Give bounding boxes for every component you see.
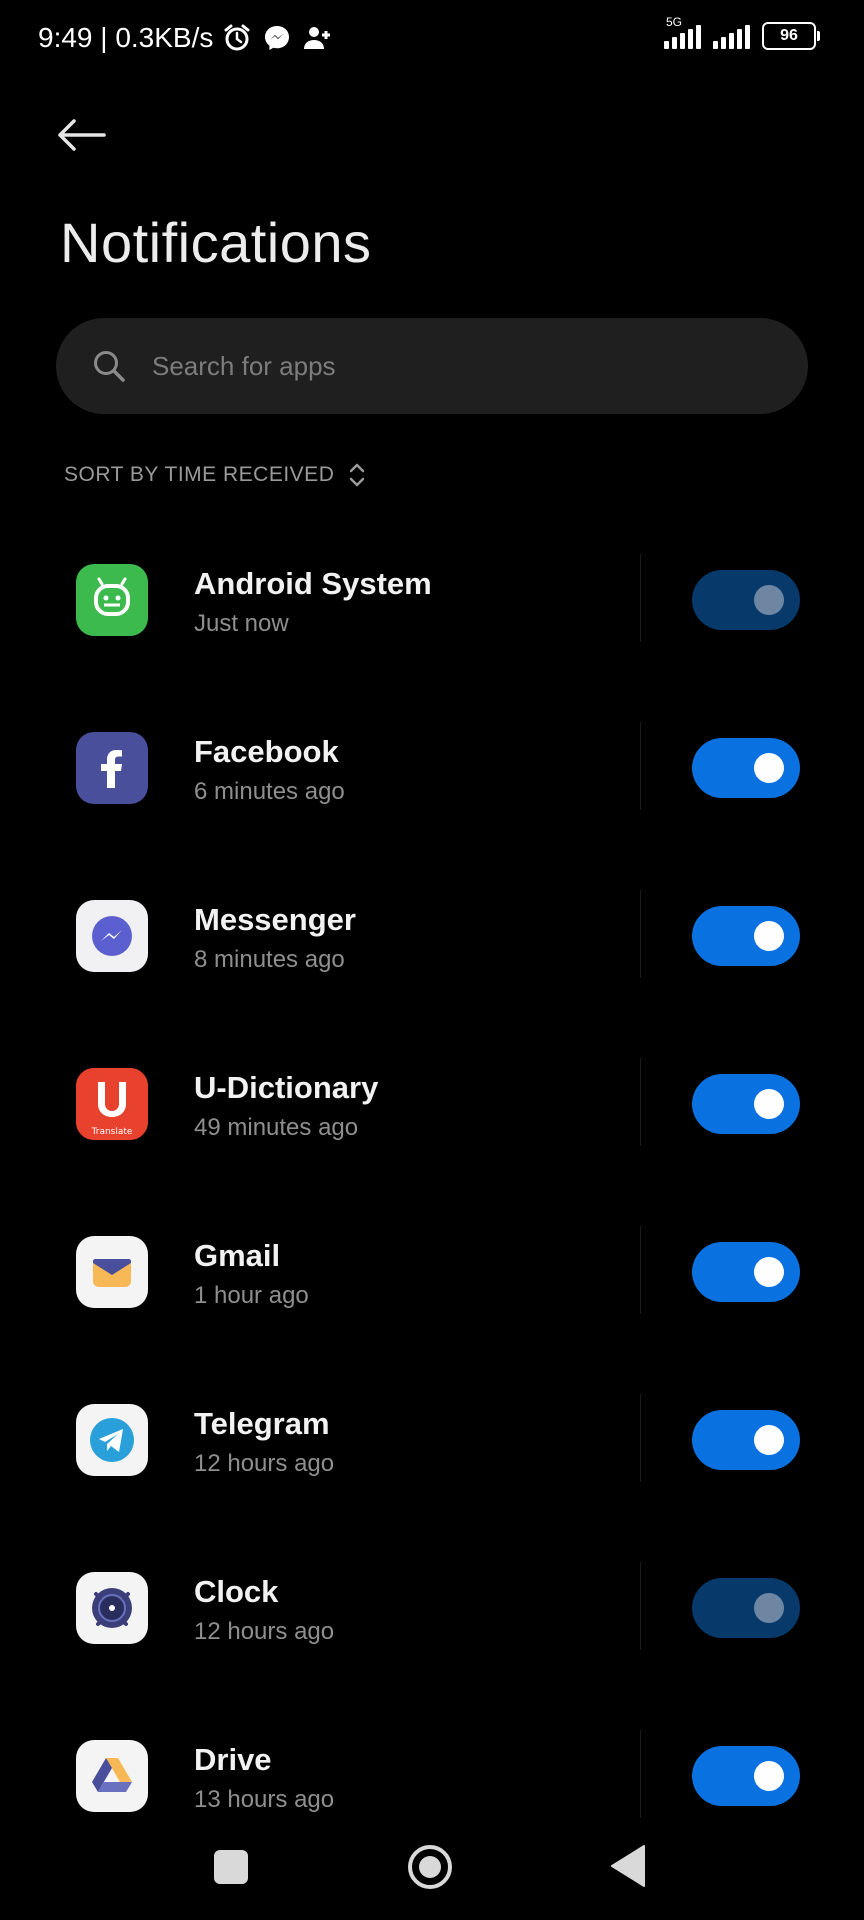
app-name: Clock <box>194 1574 279 1609</box>
add-user-icon <box>301 22 333 54</box>
battery-icon: 96 <box>762 22 820 50</box>
app-name: Drive <box>194 1742 272 1777</box>
app-row-clock[interactable]: Clock 12 hours ago <box>0 1548 864 1716</box>
toggle-knob <box>754 1089 784 1119</box>
app-time: 1 hour ago <box>194 1282 309 1309</box>
back-icon[interactable] <box>610 1844 646 1888</box>
app-time: 13 hours ago <box>194 1786 335 1813</box>
status-left: 9:49 | 0.3KB/s <box>38 22 333 54</box>
sort-label: SORT BY TIME RECEIVED <box>64 463 335 486</box>
divider <box>640 722 641 810</box>
app-row-facebook[interactable]: Facebook 6 minutes ago <box>0 708 864 876</box>
divider <box>640 1394 641 1482</box>
signal-icon <box>713 23 750 49</box>
svg-text:Translate: Translate <box>91 1127 133 1137</box>
navigation-bar <box>0 1820 864 1920</box>
toggle-knob <box>754 921 784 951</box>
divider <box>640 1226 641 1314</box>
notification-toggle[interactable] <box>692 1242 800 1302</box>
app-time: 49 minutes ago <box>194 1114 359 1141</box>
battery-level: 96 <box>780 27 798 44</box>
toggle-knob <box>754 1257 784 1287</box>
app-time: 12 hours ago <box>194 1450 335 1477</box>
search-icon <box>90 347 128 385</box>
toggle-knob <box>754 1593 784 1623</box>
back-arrow-icon <box>58 119 106 151</box>
search-input[interactable] <box>150 349 754 383</box>
page-title: Notifications <box>60 211 372 274</box>
android-system-icon <box>76 564 148 636</box>
sort-selector[interactable]: SORT BY TIME RECEIVED <box>64 462 366 488</box>
status-bar: 9:49 | 0.3KB/s 5G 96 <box>0 0 864 80</box>
notification-toggle[interactable] <box>692 570 800 630</box>
notification-toggle[interactable] <box>692 1746 800 1806</box>
back-button[interactable] <box>56 110 116 160</box>
status-right: 5G 96 <box>664 15 820 50</box>
divider <box>640 1058 641 1146</box>
app-row-u-dictionary[interactable]: Translate U-Dictionary 49 minutes ago <box>0 1044 864 1212</box>
signal-5g-icon: 5G <box>664 15 701 49</box>
facebook-icon <box>76 732 148 804</box>
u-dictionary-icon: Translate <box>76 1068 148 1140</box>
messenger-icon <box>261 22 293 54</box>
messenger-icon <box>76 900 148 972</box>
notification-toggle[interactable] <box>692 906 800 966</box>
divider <box>640 554 641 642</box>
toggle-knob <box>754 753 784 783</box>
recents-icon[interactable] <box>214 1850 248 1884</box>
app-row-telegram[interactable]: Telegram 12 hours ago <box>0 1380 864 1548</box>
app-name: Android System <box>194 566 432 601</box>
divider <box>640 890 641 978</box>
notification-toggle[interactable] <box>692 1074 800 1134</box>
divider <box>640 1562 641 1650</box>
clock-icon <box>76 1572 148 1644</box>
app-name: U-Dictionary <box>194 1070 379 1105</box>
status-time: 9:49 | 0.3KB/s <box>38 22 214 53</box>
app-row-android-system[interactable]: Android System Just now <box>0 540 864 708</box>
search-bar[interactable] <box>56 318 808 414</box>
gmail-icon <box>76 1236 148 1308</box>
divider <box>640 1730 641 1818</box>
notification-toggle[interactable] <box>692 738 800 798</box>
notification-toggle[interactable] <box>692 1578 800 1638</box>
notification-toggle[interactable] <box>692 1410 800 1470</box>
app-name: Telegram <box>194 1406 330 1441</box>
toggle-knob <box>754 1425 784 1455</box>
telegram-icon <box>76 1404 148 1476</box>
app-time: 8 minutes ago <box>194 946 345 973</box>
app-name: Messenger <box>194 902 356 937</box>
app-name: Facebook <box>194 734 339 769</box>
app-list: Android System Just now Facebook 6 minut… <box>0 540 864 1884</box>
toggle-knob <box>754 585 784 615</box>
app-name: Gmail <box>194 1238 281 1273</box>
alarm-icon <box>221 22 253 54</box>
network-tag: 5G <box>666 15 683 29</box>
app-time: 6 minutes ago <box>194 778 345 805</box>
app-row-gmail[interactable]: Gmail 1 hour ago <box>0 1212 864 1380</box>
sort-updown-icon <box>350 463 365 487</box>
app-time: 12 hours ago <box>194 1618 335 1645</box>
home-icon[interactable] <box>406 1843 454 1891</box>
app-row-messenger[interactable]: Messenger 8 minutes ago <box>0 876 864 1044</box>
app-time: Just now <box>194 610 289 637</box>
toggle-knob <box>754 1761 784 1791</box>
drive-icon <box>76 1740 148 1812</box>
